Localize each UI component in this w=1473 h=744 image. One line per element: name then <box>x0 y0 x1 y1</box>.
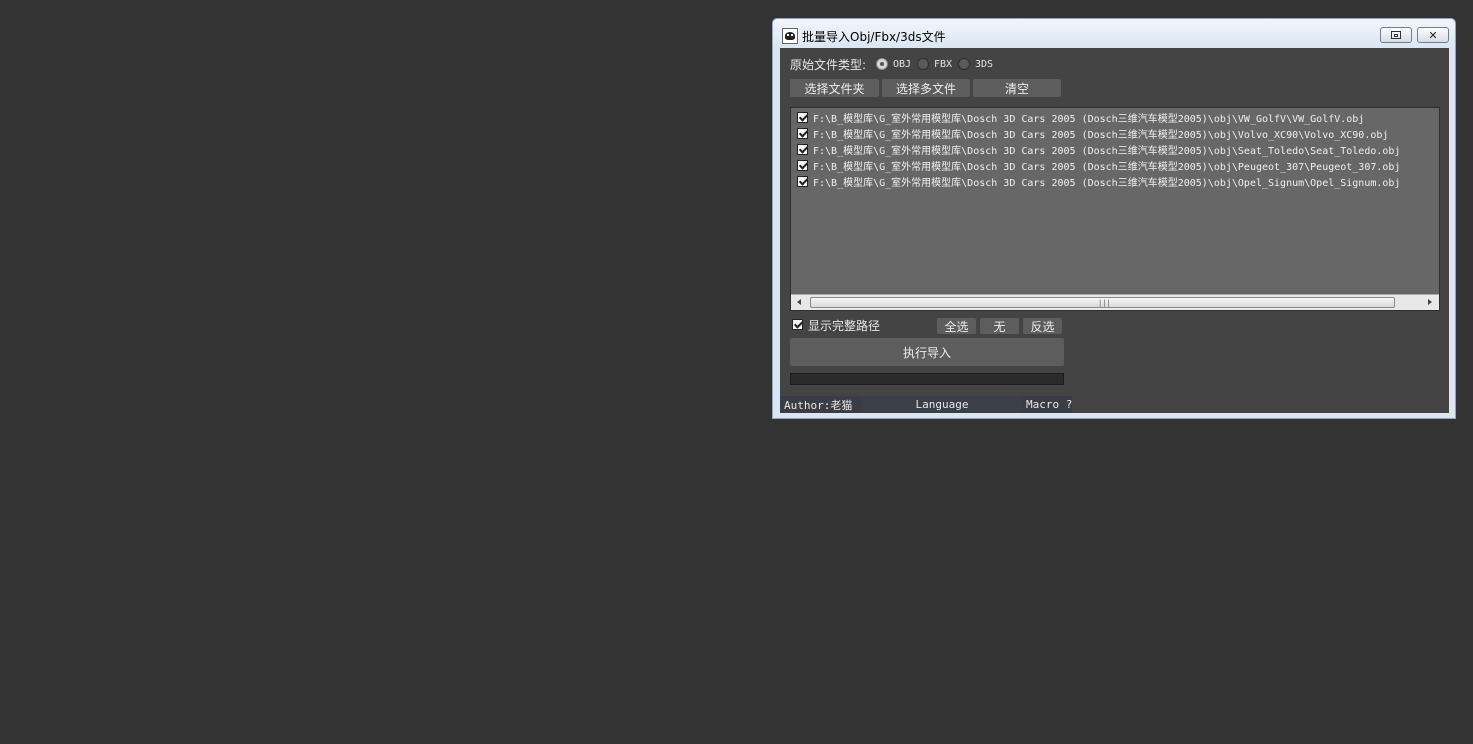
select-files-button[interactable]: 选择多文件 <box>882 79 970 97</box>
file-path: F:\B_模型库\G_室外常用模型库\Dosch 3D Cars 2005 (D… <box>813 145 1401 157</box>
execute-import-button[interactable]: 执行导入 <box>790 338 1064 366</box>
file-path: F:\B_模型库\G_室外常用模型库\Dosch 3D Cars 2005 (D… <box>813 129 1389 141</box>
status-macro[interactable]: Macro ? <box>1022 396 1072 413</box>
status-language[interactable]: Language <box>862 396 1022 413</box>
radio-obj[interactable] <box>876 58 888 70</box>
radio-fbx-label: FBX <box>934 59 953 70</box>
item-checkbox[interactable] <box>797 143 808 155</box>
file-path: F:\B_模型库\G_室外常用模型库\Dosch 3D Cars 2005 (D… <box>813 161 1401 173</box>
clear-button[interactable]: 清空 <box>973 79 1061 97</box>
item-checkbox[interactable] <box>797 111 808 123</box>
list-item[interactable]: F:\B_模型库\G_室外常用模型库\Dosch 3D Cars 2005 (D… <box>797 142 1401 157</box>
show-full-path-checkbox[interactable] <box>792 319 803 330</box>
file-path: F:\B_模型库\G_室外常用模型库\Dosch 3D Cars 2005 (D… <box>813 113 1365 125</box>
window-title: 批量导入Obj/Fbx/3ds文件 <box>802 30 946 44</box>
dialog-body: 原始文件类型: OBJ FBX 3DS 选择文件夹 选择多文件 清空 F:\B_… <box>780 48 1449 413</box>
progress-bar <box>790 373 1064 385</box>
file-type-label: 原始文件类型: <box>790 58 867 72</box>
radio-obj-label: OBJ <box>893 59 912 70</box>
show-full-path-label: 显示完整路径 <box>808 319 881 333</box>
file-list[interactable]: F:\B_模型库\G_室外常用模型库\Dosch 3D Cars 2005 (D… <box>790 107 1440 311</box>
title-bar[interactable]: 批量导入Obj/Fbx/3ds文件 ✕ <box>773 19 1455 48</box>
scroll-right-icon[interactable] <box>1428 299 1432 305</box>
radio-fbx[interactable] <box>917 58 929 70</box>
select-folder-button[interactable]: 选择文件夹 <box>790 79 879 97</box>
list-item[interactable]: F:\B_模型库\G_室外常用模型库\Dosch 3D Cars 2005 (D… <box>797 110 1365 125</box>
close-icon: ✕ <box>1428 28 1438 42</box>
restore-icon <box>1391 31 1401 39</box>
app-icon <box>782 28 798 44</box>
file-path: F:\B_模型库\G_室外常用模型库\Dosch 3D Cars 2005 (D… <box>813 177 1401 189</box>
radio-3ds[interactable] <box>958 58 970 70</box>
list-item[interactable]: F:\B_模型库\G_室外常用模型库\Dosch 3D Cars 2005 (D… <box>797 126 1389 141</box>
select-all-button[interactable]: 全选 <box>937 318 976 334</box>
batch-import-dialog: 批量导入Obj/Fbx/3ds文件 ✕ 原始文件类型: OBJ FBX 3DS … <box>772 18 1456 419</box>
close-button[interactable]: ✕ <box>1417 27 1449 43</box>
radio-3ds-label: 3DS <box>975 59 994 70</box>
list-item[interactable]: F:\B_模型库\G_室外常用模型库\Dosch 3D Cars 2005 (D… <box>797 158 1401 173</box>
list-item[interactable]: F:\B_模型库\G_室外常用模型库\Dosch 3D Cars 2005 (D… <box>797 174 1401 189</box>
scroll-left-icon[interactable] <box>797 299 801 305</box>
item-checkbox[interactable] <box>797 127 808 139</box>
restore-button[interactable] <box>1380 27 1412 43</box>
status-author: Author:老猫 <box>780 396 862 413</box>
select-none-button[interactable]: 无 <box>980 318 1019 334</box>
item-checkbox[interactable] <box>797 175 808 187</box>
grip-icon: ||| <box>1098 299 1111 307</box>
scroll-thumb[interactable]: ||| <box>810 297 1395 308</box>
horizontal-scrollbar[interactable]: ||| <box>791 294 1439 310</box>
item-checkbox[interactable] <box>797 159 808 171</box>
status-bar: Author:老猫 Language Macro ? <box>780 396 1449 413</box>
invert-selection-button[interactable]: 反选 <box>1023 318 1062 334</box>
